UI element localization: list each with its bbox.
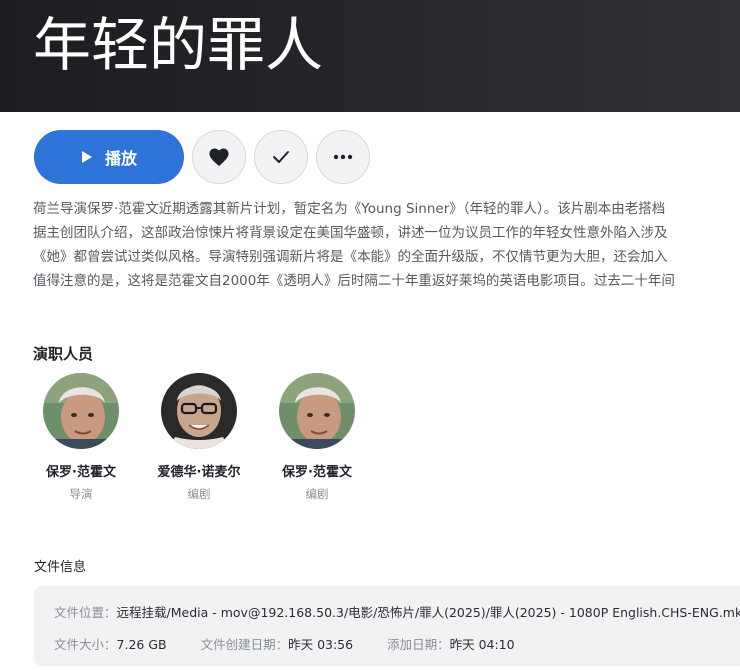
file-meta-row: 文件大小：7.26 GB 文件创建日期：昨天 03:56 添加日期：昨天 04:…: [54, 634, 545, 653]
cast-name: 保罗·范霍文: [46, 465, 116, 480]
mark-watched-button[interactable]: [254, 130, 308, 184]
cast-member[interactable]: 爱德华·诺麦尔 编剧: [140, 373, 258, 502]
overview-line: 荷兰导演保罗·范霍文近期透露其新片计划，暂定名为《Young Sinner》（年…: [33, 201, 666, 217]
avatar: [161, 373, 237, 449]
cast-member[interactable]: 保罗·范霍文 导演: [22, 373, 140, 502]
overview-line: 据主创团队介绍，这部政治惊悚片将背景设定在美国华盛顿，讲述一位为议员工作的年轻女…: [33, 225, 668, 241]
avatar: [279, 373, 355, 449]
cast-member[interactable]: 保罗·范霍文 编剧: [258, 373, 376, 502]
file-created-label: 文件创建日期：: [200, 637, 289, 652]
avatar: [43, 373, 119, 449]
file-created-value: 昨天 03:56: [288, 637, 354, 652]
cast-role: 导演: [69, 487, 93, 501]
cast-name: 保罗·范霍文: [282, 465, 352, 480]
file-added-value: 昨天 04:10: [449, 637, 515, 652]
cast-name: 爱德华·诺麦尔: [157, 465, 241, 480]
play-icon: [81, 151, 92, 163]
file-location-value: 远程挂载/Media - mov@192.168.50.3/电影/恐怖片/罪人(…: [116, 605, 740, 620]
more-horizontal-icon: [333, 154, 353, 160]
overview-line: 值得注意的是，这将是范霍文自2000年《透明人》后时隔二十年重返好莱坞的英语电影…: [33, 273, 675, 289]
play-button[interactable]: 播放: [34, 130, 184, 184]
favorite-button[interactable]: [192, 130, 246, 184]
check-icon: [273, 151, 289, 163]
hero-banner: 年轻的罪人: [0, 0, 740, 112]
file-added-label: 添加日期：: [387, 637, 450, 652]
page-title: 年轻的罪人: [33, 11, 324, 79]
file-info-title: 文件信息: [34, 560, 87, 575]
more-button[interactable]: [316, 130, 370, 184]
file-size-value: 7.26 GB: [116, 637, 167, 652]
overview-text: 荷兰导演保罗·范霍文近期透露其新片计划，暂定名为《Young Sinner》（年…: [33, 197, 740, 293]
file-location-row: 文件位置：远程挂载/Media - mov@192.168.50.3/电影/恐怖…: [54, 602, 740, 621]
overview-line: 《她》都曾尝试过类似风格。导演特别强调新片将是《本能》的全面升级版，不仅情节更为…: [33, 249, 668, 265]
cast-role: 编剧: [305, 487, 329, 501]
play-button-label: 播放: [104, 151, 137, 168]
file-size-label: 文件大小：: [54, 637, 117, 652]
file-location-label: 文件位置：: [54, 605, 117, 620]
cast-role: 编剧: [187, 487, 211, 501]
file-info-panel: 文件位置：远程挂载/Media - mov@192.168.50.3/电影/恐怖…: [34, 586, 740, 666]
heart-icon: [209, 148, 229, 167]
cast-section-title: 演职人员: [33, 345, 94, 363]
